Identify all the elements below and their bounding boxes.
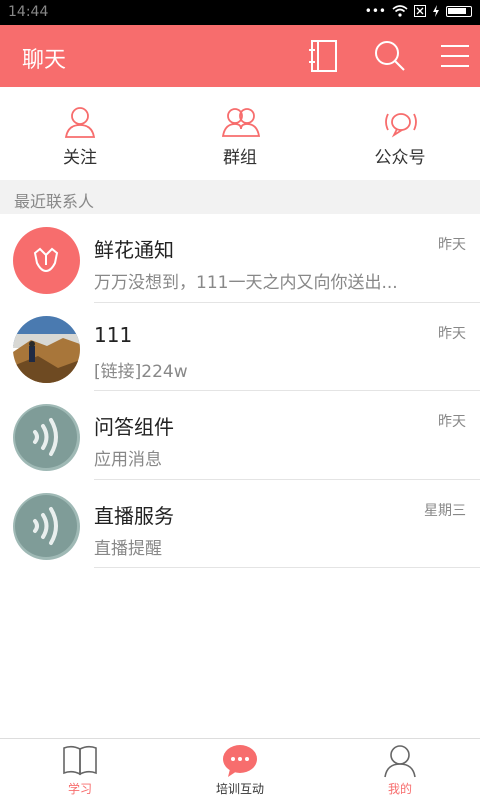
sim-x-icon	[414, 5, 426, 17]
status-bar: 14:44 •••	[0, 0, 480, 25]
nav-mine-label: 我的	[387, 782, 412, 796]
flower-avatar	[13, 227, 80, 294]
sound-wave-icon	[15, 406, 77, 468]
contact-time: 昨天	[438, 325, 466, 342]
contact-time: 昨天	[438, 414, 466, 430]
group-icon	[222, 108, 260, 137]
contact-row-flower-notice[interactable]: 鲜花通知 万万没想到，111一天之内又向你送出... 昨天	[0, 214, 480, 303]
status-icons: •••	[365, 4, 472, 18]
tab-official-accounts-label: 公众号	[374, 148, 426, 168]
contact-name: 问答组件	[94, 415, 174, 439]
wifi-icon	[392, 5, 408, 17]
contact-name: 111	[94, 322, 133, 347]
nav-training-interaction-label: 培训互动	[215, 782, 264, 796]
broadcast-icon	[385, 113, 417, 138]
contact-name: 鲜花通知	[94, 238, 174, 262]
contact-preview: [链接]224w	[94, 361, 188, 382]
contact-name: 直播服务	[94, 503, 174, 528]
signal-dots-icon: •••	[364, 4, 386, 18]
section-recent-contacts: 最近联系人	[0, 180, 480, 214]
tab-follow[interactable]: 关注	[0, 87, 160, 180]
nav-study-label: 学习	[67, 782, 92, 796]
user-icon	[384, 745, 416, 778]
sound-wave-icon	[15, 494, 77, 557]
contact-row-qa-component[interactable]: 问答组件 应用消息 昨天	[0, 391, 480, 480]
contact-list: 鲜花通知 万万没想到，111一天之内又向你送出... 昨天 111 [链接]22…	[0, 214, 480, 568]
person-icon	[64, 107, 96, 138]
charging-icon	[433, 5, 439, 17]
contact-preview: 应用消息	[94, 450, 162, 470]
flower-icon	[33, 247, 59, 273]
menu-icon[interactable]	[438, 39, 472, 73]
contact-row-live-service[interactable]: 直播服务 直播提醒 星期三	[0, 480, 480, 568]
nav-study[interactable]: 学习	[0, 739, 160, 801]
nav-mine[interactable]: 我的	[320, 739, 480, 801]
nav-training-interaction[interactable]: 培训互动	[160, 739, 320, 801]
category-tabs: 关注 群组 公众号	[0, 87, 480, 180]
tab-groups-label: 群组	[223, 148, 257, 168]
row-divider	[94, 567, 480, 568]
photo-avatar	[13, 315, 80, 383]
page-title: 聊天	[22, 48, 67, 73]
landscape-photo	[13, 315, 80, 383]
contact-preview: 万万没想到，111一天之内又向你送出...	[94, 273, 398, 293]
book-icon	[63, 745, 97, 776]
sound-wave-avatar	[13, 404, 80, 471]
tab-groups[interactable]: 群组	[160, 87, 320, 180]
contact-row-111[interactable]: 111 [链接]224w 昨天	[0, 303, 480, 391]
tab-official-accounts[interactable]: 公众号	[320, 87, 480, 180]
chat-bubble-icon	[223, 745, 257, 777]
contacts-book-icon[interactable]	[307, 39, 341, 73]
contact-preview: 直播提醒	[94, 538, 162, 559]
app-header: 聊天	[0, 25, 480, 87]
bottom-nav: 学习 培训互动 我的	[0, 738, 480, 800]
contact-time: 星期三	[424, 502, 466, 519]
battery-icon	[446, 5, 472, 17]
contact-time: 昨天	[438, 237, 466, 253]
tab-follow-label: 关注	[63, 148, 97, 168]
search-icon[interactable]	[373, 39, 407, 73]
sound-wave-avatar	[13, 492, 80, 560]
